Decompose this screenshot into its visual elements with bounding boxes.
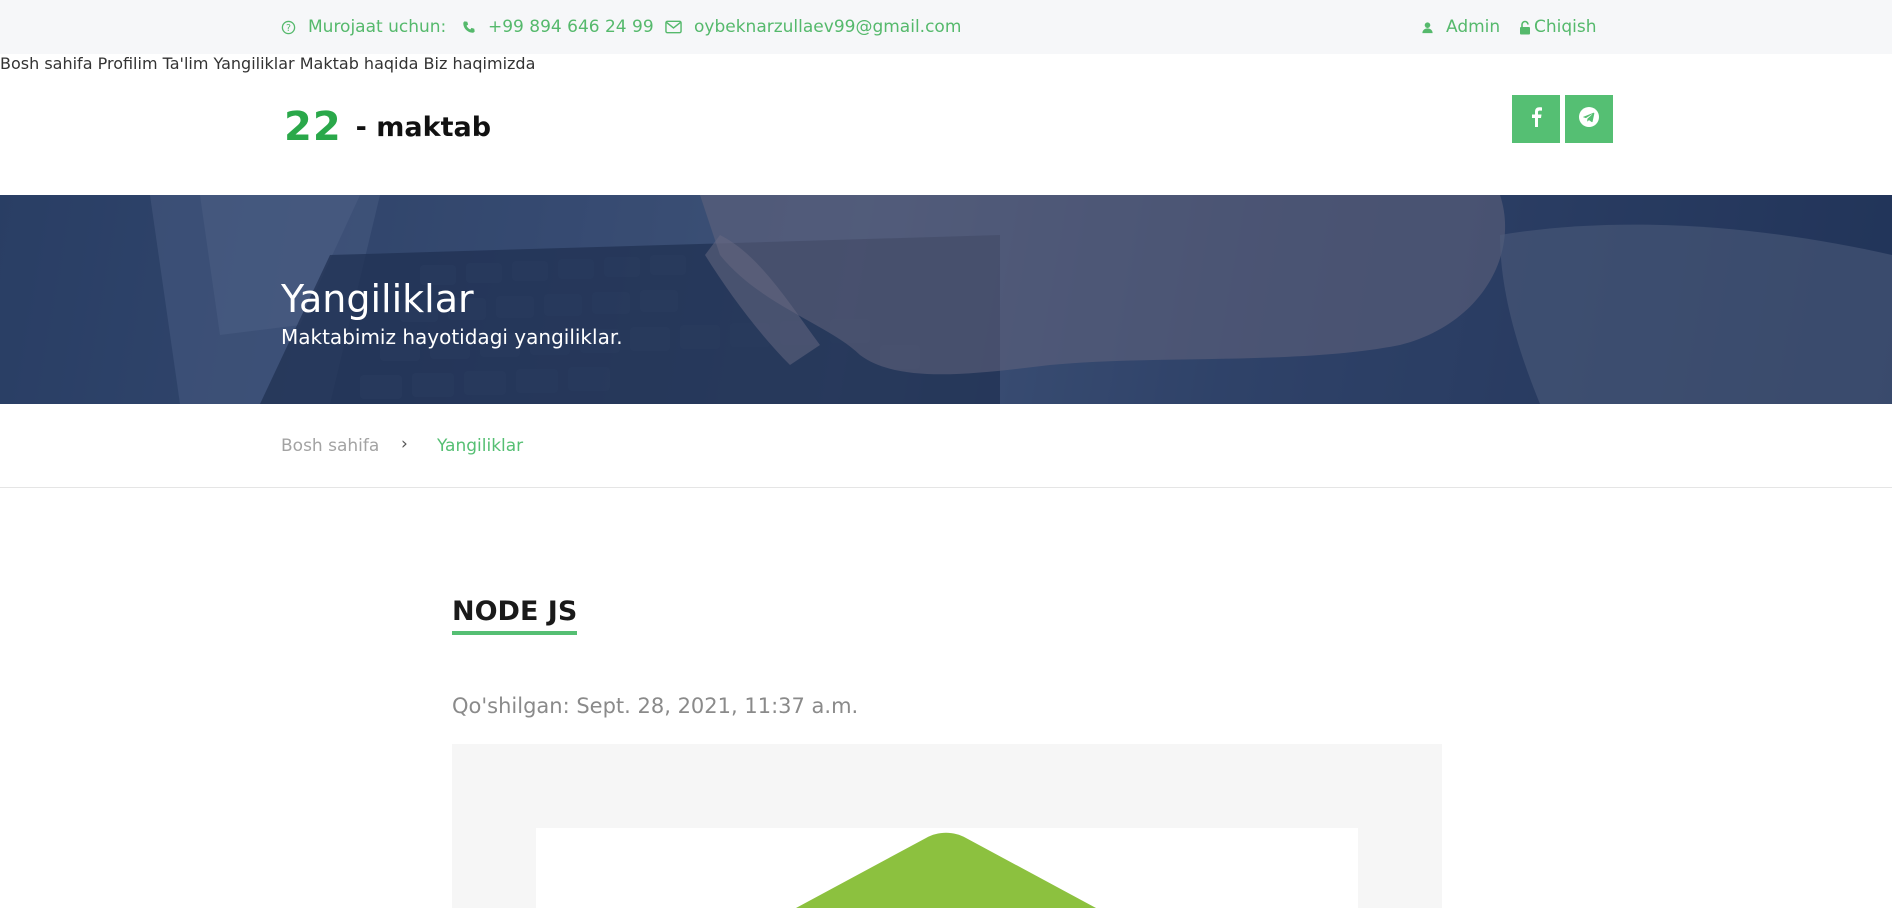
nav-item-about-school[interactable]: Maktab haqida (300, 54, 419, 73)
breadcrumb-home[interactable]: Bosh sahifa (281, 436, 379, 456)
nav-item-education[interactable]: Ta'lim (163, 54, 209, 73)
page-title: Yangiliklar (281, 277, 474, 321)
svg-text:?: ? (286, 22, 291, 33)
main-nav: Bosh sahifa Profilim Ta'lim Yangiliklar … (0, 54, 1892, 73)
email-link[interactable]: oybeknarzullaev99@gmail.com (665, 0, 961, 54)
site-logo[interactable]: 22 - maktab (284, 104, 491, 150)
page-subtitle: Maktabimiz hayotidagi yangiliklar. (281, 325, 623, 349)
breadcrumb-current: Yangiliklar (437, 436, 524, 456)
phone-link[interactable]: +99 894 646 24 99 (462, 0, 654, 54)
top-bar: ? Murojaat uchun: +99 894 646 24 99 oybe… (0, 0, 1892, 54)
contact-info: ? Murojaat uchun: (281, 0, 446, 54)
phone-icon (462, 20, 476, 34)
admin-label: Admin (1446, 17, 1501, 37)
logout-label: Chiqish (1534, 17, 1597, 37)
facebook-icon (1530, 107, 1542, 131)
nav-item-profile[interactable]: Profilim (98, 54, 158, 73)
logout-link[interactable]: Chiqish (1519, 0, 1597, 54)
article-title: NODE JS (452, 596, 578, 635)
question-circle-icon: ? (281, 20, 296, 35)
contact-label: Murojaat uchun: (308, 17, 447, 37)
nav-item-news[interactable]: Yangiliklar (214, 54, 295, 73)
email-address: oybeknarzullaev99@gmail.com (694, 17, 962, 37)
nav-item-about-us[interactable]: Biz haqimizda (424, 54, 536, 73)
nodejs-logo-image (796, 832, 1096, 908)
article-image-frame (452, 744, 1442, 908)
admin-link[interactable]: Admin (1421, 0, 1500, 54)
logo-text: - maktab (355, 111, 492, 143)
main-header: 22 - maktab Bosh sahifa Profilim Ta'lim … (0, 54, 1892, 195)
logo-number: 22 (284, 104, 342, 150)
facebook-button[interactable] (1512, 95, 1560, 143)
user-icon (1421, 21, 1434, 34)
phone-number: +99 894 646 24 99 (488, 17, 654, 37)
envelope-icon (665, 20, 682, 34)
telegram-button[interactable] (1565, 95, 1613, 143)
breadcrumb: Bosh sahifa › Yangiliklar (0, 404, 1892, 488)
page-banner: Yangiliklar Maktabimiz hayotidagi yangil… (0, 195, 1892, 404)
unlock-icon (1519, 20, 1531, 35)
article-image (536, 828, 1358, 908)
nav-item-home[interactable]: Bosh sahifa (0, 54, 93, 73)
telegram-icon (1578, 106, 1600, 132)
article-date: Qo'shilgan: Sept. 28, 2021, 11:37 a.m. (452, 694, 859, 718)
breadcrumb-separator: › (401, 434, 408, 454)
